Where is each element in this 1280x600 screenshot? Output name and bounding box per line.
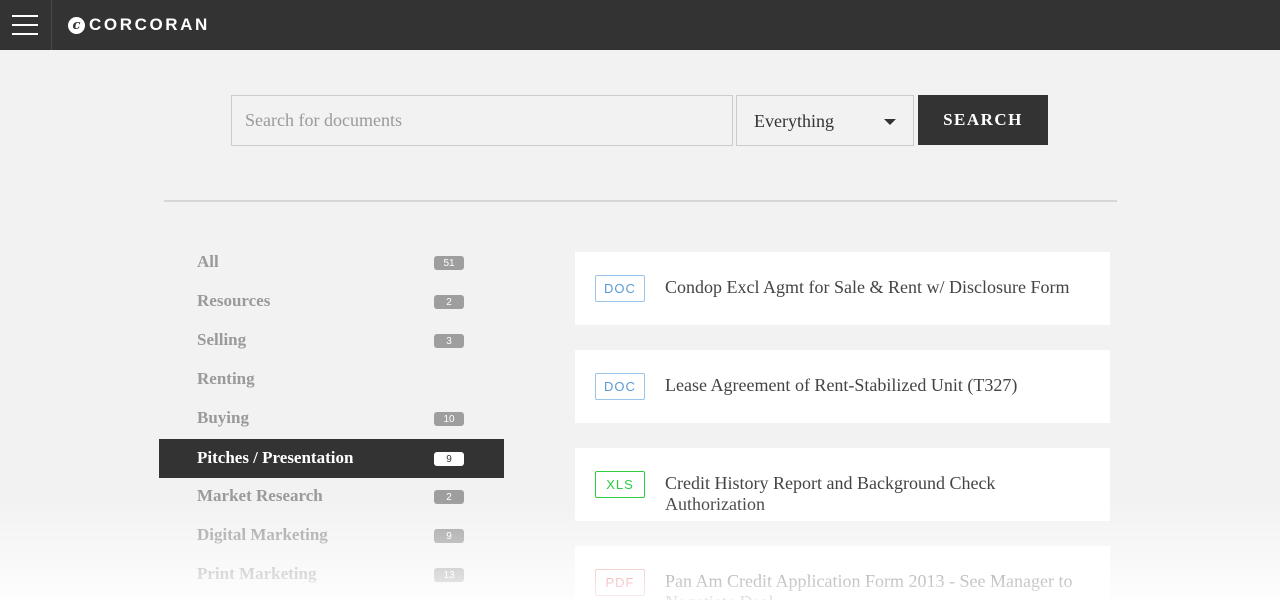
search-input[interactable] — [231, 95, 733, 146]
category-count-badge: 9 — [434, 452, 464, 466]
menu-line — [12, 15, 38, 17]
document-card[interactable]: PDF Pan Am Credit Application Form 2013 … — [575, 546, 1110, 600]
file-type-badge: DOC — [595, 373, 645, 400]
category-selling[interactable]: Selling 3 — [159, 321, 504, 360]
document-title: Pan Am Credit Application Form 2013 - Se… — [665, 571, 1073, 600]
search-scope-value: Everything — [754, 111, 834, 131]
category-renting[interactable]: Renting — [159, 360, 504, 399]
document-title: Credit History Report and Background Che… — [665, 473, 996, 514]
category-pitches-presentation[interactable]: Pitches / Presentation 9 — [159, 439, 504, 478]
category-all[interactable]: All 51 — [159, 243, 504, 282]
search-button[interactable]: SEARCH — [918, 95, 1048, 145]
hamburger-menu-icon[interactable] — [0, 0, 52, 50]
category-label: Market Research — [197, 486, 323, 505]
category-resources[interactable]: Resources 2 — [159, 282, 504, 321]
category-label: Selling — [197, 330, 247, 349]
logo-mark-icon: c — [68, 16, 85, 34]
menu-line — [12, 33, 38, 35]
top-bar: c CORCORAN — [0, 0, 1280, 50]
category-label: All — [197, 252, 219, 271]
category-market-research[interactable]: Market Research 2 — [159, 477, 504, 516]
category-buying[interactable]: Buying 10 — [159, 399, 504, 438]
document-card[interactable]: XLS Credit History Report and Background… — [575, 448, 1110, 521]
category-label: Resources — [197, 291, 271, 310]
category-label: Digital Marketing — [197, 525, 328, 544]
category-count-badge: 2 — [434, 490, 464, 504]
document-card[interactable]: DOC Condop Excl Agmt for Sale & Rent w/ … — [575, 252, 1110, 325]
category-digital-marketing[interactable]: Digital Marketing 9 — [159, 516, 504, 555]
menu-line — [12, 24, 38, 26]
caret-down-icon — [884, 119, 896, 125]
document-title: Lease Agreement of Rent-Stabilized Unit … — [665, 375, 1018, 395]
search-scope-select[interactable]: Everything — [736, 95, 914, 146]
category-count-badge: 3 — [434, 334, 464, 348]
document-card[interactable]: DOC Lease Agreement of Rent-Stabilized U… — [575, 350, 1110, 423]
logo-text: CORCORAN — [89, 15, 210, 34]
divider — [164, 200, 1117, 202]
file-type-badge: XLS — [595, 471, 645, 498]
category-label: Pitches / Presentation — [197, 448, 354, 467]
document-title: Condop Excl Agmt for Sale & Rent w/ Disc… — [665, 277, 1070, 297]
category-label: Renting — [197, 369, 255, 388]
file-type-badge: PDF — [595, 569, 645, 596]
category-count-badge: 2 — [434, 295, 464, 309]
category-label: Buying — [197, 408, 249, 427]
category-print-marketing[interactable]: Print Marketing 13 — [159, 555, 504, 594]
category-count-badge: 10 — [434, 412, 464, 426]
file-type-badge: DOC — [595, 275, 645, 302]
category-count-badge: 13 — [434, 568, 464, 582]
category-label: Print Marketing — [197, 564, 317, 583]
category-count-badge: 9 — [434, 529, 464, 543]
corcoran-logo[interactable]: c CORCORAN — [68, 14, 210, 36]
category-count-badge: 51 — [434, 256, 464, 270]
